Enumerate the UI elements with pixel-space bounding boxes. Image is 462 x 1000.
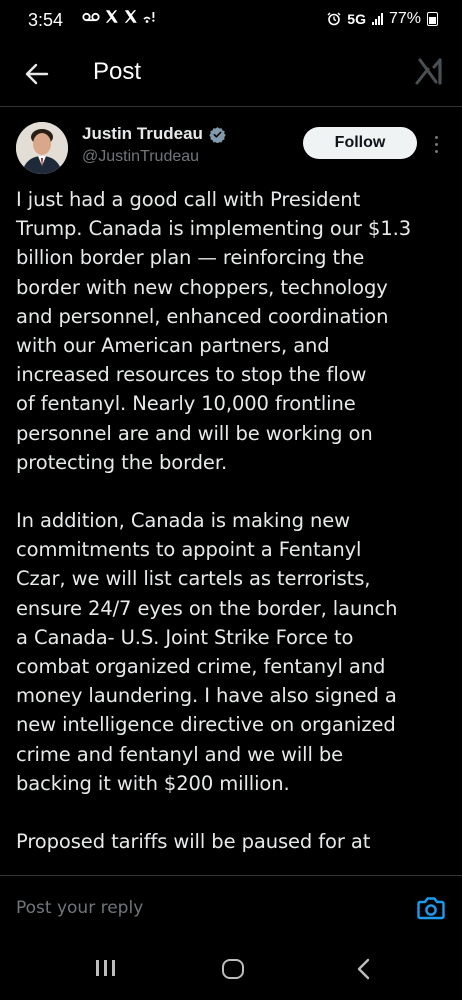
more-options-button[interactable]: [428, 130, 444, 158]
post-line: combat organized crime, fentanyl and: [16, 655, 386, 679]
signal-icon: [371, 13, 383, 25]
recents-bar: [95, 960, 99, 976]
system-nav-bar: [0, 937, 462, 1000]
x-logo-icon: [105, 10, 118, 23]
arrow-left-icon: [25, 63, 49, 85]
post-author-row: Justin Trudeau @JustinTrudeau Follow: [0, 118, 462, 180]
recents-button[interactable]: [92, 960, 118, 980]
post-line: increased resources to stop the flow: [16, 363, 367, 387]
post-line: billion border plan — reinforcing the: [16, 246, 365, 270]
x-logo-icon: [124, 10, 137, 23]
voicemail-icon: [82, 12, 100, 21]
battery-icon: [427, 12, 438, 26]
wifi-calling-icon: [143, 11, 155, 23]
post-line: I just had a good call with President: [16, 188, 361, 211]
header-divider: [0, 106, 462, 107]
more-dot: [434, 142, 438, 146]
status-time: 3:54: [28, 10, 64, 30]
battery-percent: 77%: [388, 10, 421, 27]
post-line: money laundering. I have also signed a: [16, 684, 397, 708]
post-line: ensure 24/7 eyes on the border, launch: [16, 596, 398, 620]
follow-button[interactable]: Follow: [303, 127, 417, 159]
reply-input[interactable]: [16, 898, 396, 918]
post-line: and personnel, enhanced coordination: [16, 304, 389, 328]
post-line: new intelligence directive on organized: [16, 713, 396, 737]
home-button[interactable]: [222, 959, 244, 979]
post-line: backing it with $200 million.: [16, 771, 290, 795]
camera-button[interactable]: [417, 895, 445, 921]
verified-badge-icon: [209, 126, 226, 143]
author-name-wrap: Justin Trudeau: [82, 124, 226, 144]
more-dot: [434, 135, 438, 139]
post-line: of fentanyl. Nearly 10,000 frontline: [16, 392, 356, 416]
post-line: Proposed tariffs will be paused for at: [16, 830, 371, 854]
post-line: protecting the border.: [16, 450, 228, 474]
status-notification-icons: [82, 9, 156, 24]
back-button[interactable]: [20, 57, 54, 91]
network-type: 5G: [347, 11, 366, 27]
post-line: crime and fentanyl and we will be: [16, 742, 344, 766]
page-title: Post: [93, 58, 142, 85]
post-line: Czar, we will list cartels as terrorists…: [16, 567, 371, 591]
post-line: border with new choppers, technology: [16, 275, 388, 299]
avatar[interactable]: [16, 122, 68, 174]
alarm-icon: [327, 12, 341, 26]
status-system-icons: 5G 77%: [327, 10, 438, 28]
chevron-left-icon: [357, 958, 370, 980]
post-line: Trump. Canada is implementing our $1.3: [16, 217, 412, 241]
post-text: I just had a good call with President Tr…: [16, 185, 448, 856]
post-line: personnel are and will be working on: [16, 421, 373, 445]
system-back-button[interactable]: [352, 957, 376, 981]
reply-bar: [0, 875, 462, 938]
post-line: In addition, Canada is making new: [16, 509, 350, 533]
more-dot: [434, 149, 438, 153]
status-bar: 3:54 5G 77%: [0, 0, 462, 44]
post-line: a Canada- U.S. Joint Strike Force to: [16, 625, 354, 649]
grok-icon: [415, 58, 442, 85]
avatar-image: [16, 122, 68, 174]
recents-bar: [103, 960, 107, 976]
author-handle[interactable]: @JustinTrudeau: [82, 148, 199, 166]
post-line: commitments to appoint a Fentanyl: [16, 538, 362, 562]
grok-button[interactable]: [414, 56, 446, 88]
post-line: with our American partners, and: [16, 334, 330, 358]
camera-icon: [417, 897, 445, 920]
recents-bar: [111, 960, 115, 976]
app-header: Post: [0, 46, 462, 102]
author-name[interactable]: Justin Trudeau: [82, 124, 203, 144]
